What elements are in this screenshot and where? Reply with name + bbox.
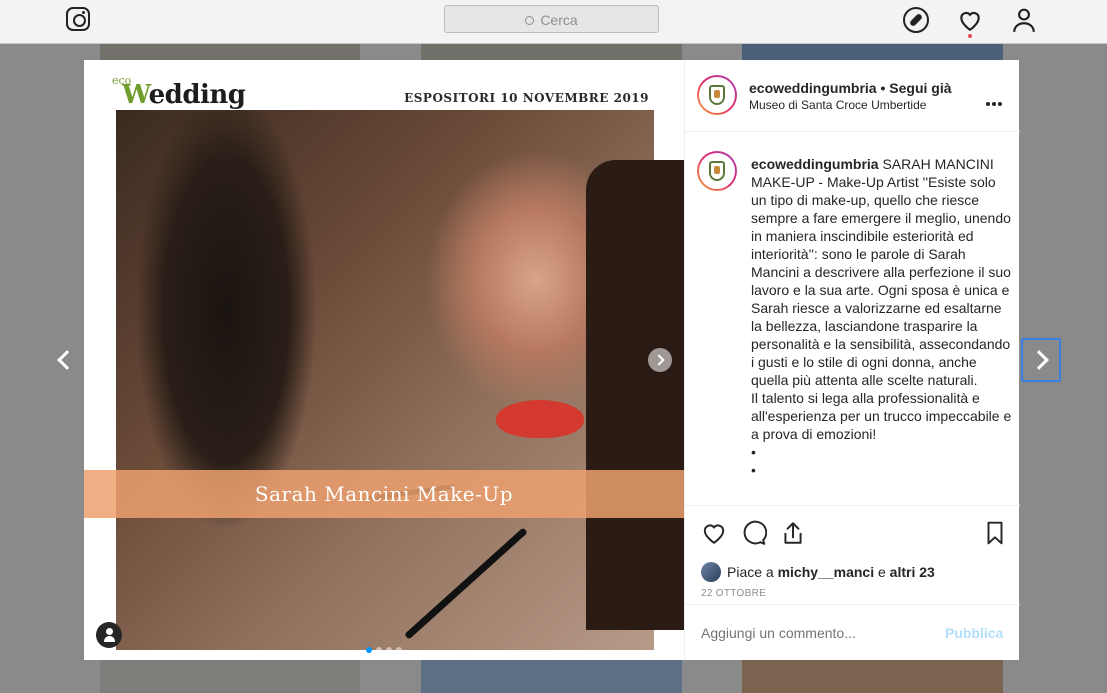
post-modal: eco Wedding ESPOSITORI 10 NOVEMBRE 2019 … — [84, 60, 1020, 660]
carousel-dot — [386, 647, 392, 653]
caption-text-continued: Il talento si lega alla professionalità … — [751, 390, 1012, 442]
search-box[interactable]: Cerca — [444, 5, 659, 33]
caption-username[interactable]: ecoweddingumbria — [751, 156, 879, 172]
instagram-logo-icon[interactable] — [66, 7, 90, 31]
post-author: ecoweddingumbria • Segui già — [749, 80, 952, 96]
brand-logo-initial: W — [122, 80, 149, 110]
follow-status[interactable]: Segui già — [889, 80, 951, 96]
heart-icon[interactable] — [957, 7, 983, 33]
post-photo — [116, 110, 684, 650]
chevron-right-icon — [1029, 350, 1049, 370]
comment-icon[interactable] — [741, 520, 767, 546]
banner-title: Sarah Mancini Make-Up — [254, 482, 514, 506]
carousel-next-button[interactable] — [648, 348, 672, 372]
grid-tile — [742, 660, 1003, 693]
avatar-image — [699, 77, 735, 113]
caption-bullet: • — [751, 462, 756, 478]
notification-dot — [968, 34, 972, 38]
bookmark-icon[interactable] — [982, 520, 1008, 546]
next-post-button[interactable] — [1021, 338, 1061, 382]
comment-bar: Pubblica — [685, 604, 1020, 660]
post-caption: ecoweddingumbria SARAH MANCINI MAKE-UP -… — [751, 155, 1013, 479]
likes-mid: e — [874, 564, 890, 580]
caption-avatar[interactable] — [697, 151, 737, 191]
brand-logo: Wedding — [122, 80, 246, 110]
liker-username[interactable]: michy__manci — [778, 564, 875, 580]
carousel-dot — [396, 647, 402, 653]
photo-lips — [496, 400, 584, 438]
grid-tile — [421, 660, 682, 693]
post-location[interactable]: Museo di Santa Croce Umbertide — [749, 98, 926, 112]
avatar-image — [699, 153, 735, 189]
previous-post-button[interactable] — [50, 340, 80, 380]
more-icon[interactable] — [986, 93, 1006, 106]
search-placeholder: Cerca — [540, 12, 578, 28]
grid-tile — [100, 660, 360, 693]
compass-icon[interactable] — [903, 7, 929, 33]
publish-button[interactable]: Pubblica — [945, 625, 1003, 641]
author-username[interactable]: ecoweddingumbria — [749, 80, 877, 96]
post-media: eco Wedding ESPOSITORI 10 NOVEMBRE 2019 … — [84, 60, 684, 660]
name-banner: Sarah Mancini Make-Up — [84, 470, 684, 518]
liker-avatar[interactable] — [701, 562, 721, 582]
search-placeholder-wrap: Cerca — [445, 12, 658, 28]
carousel-dot — [366, 647, 372, 653]
likes-prefix: Piace a — [727, 564, 778, 580]
caption-bullet: • — [751, 444, 756, 460]
grid-tile — [100, 44, 360, 60]
post-date[interactable]: 22 OTTOBRE — [701, 588, 766, 599]
carousel-indicator — [366, 640, 406, 653]
like-icon[interactable] — [701, 520, 727, 546]
grid-tile — [742, 44, 1003, 60]
carousel-dot — [376, 647, 382, 653]
avatar[interactable] — [697, 75, 737, 115]
caption-text: SARAH MANCINI MAKE-UP - Make-Up Artist '… — [751, 156, 1011, 388]
post-header: ecoweddingumbria • Segui già Museo di Sa… — [685, 60, 1020, 132]
profile-icon[interactable] — [1011, 7, 1037, 33]
post-side-panel: ecoweddingumbria • Segui già Museo di Sa… — [684, 60, 1020, 660]
avatar-logo-icon — [709, 161, 725, 181]
exhibitor-date: ESPOSITORI 10 NOVEMBRE 2019 — [404, 91, 649, 105]
tag-people-icon[interactable] — [96, 622, 122, 648]
avatar-logo-icon — [709, 85, 725, 105]
search-icon — [525, 16, 535, 25]
comment-input[interactable] — [701, 625, 931, 641]
chevron-left-icon — [57, 350, 77, 370]
top-nav: Cerca — [0, 0, 1107, 44]
photo-brush — [404, 527, 528, 640]
share-icon[interactable] — [780, 520, 806, 546]
separator: • — [876, 80, 890, 96]
grid-tile — [421, 44, 682, 60]
brand-logo-rest: edding — [148, 80, 246, 110]
likes-summary: Piace a michy__manci e altri 23 — [701, 562, 935, 582]
post-actions: Piace a michy__manci e altri 23 22 OTTOB… — [685, 505, 1020, 603]
likes-others[interactable]: altri 23 — [890, 564, 935, 580]
photo-hair — [586, 160, 684, 630]
